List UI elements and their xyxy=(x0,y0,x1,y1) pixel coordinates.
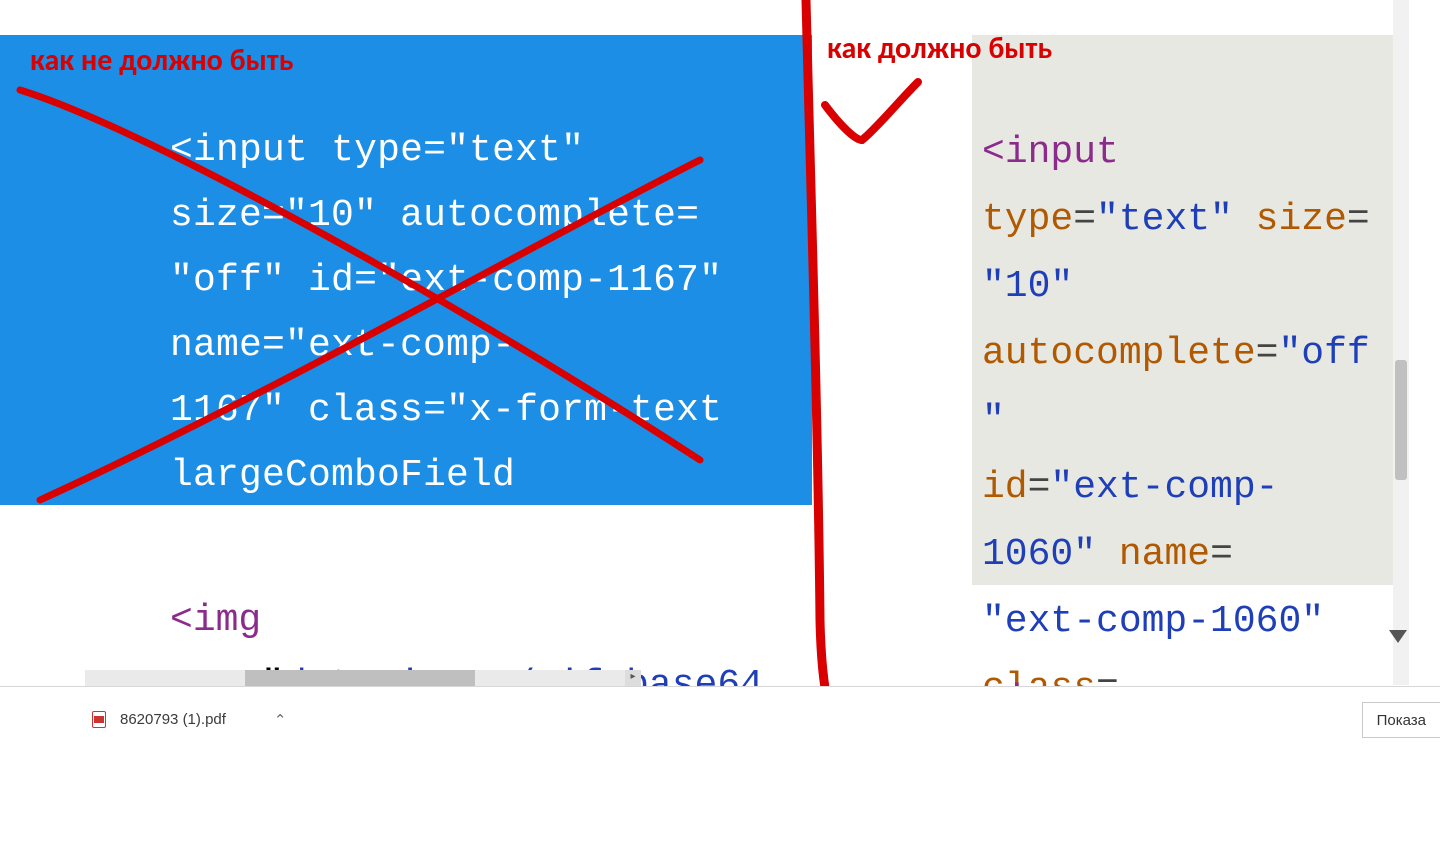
chevron-up-icon[interactable]: ⌃ xyxy=(274,711,287,729)
show-all-button[interactable]: Показа xyxy=(1362,702,1440,738)
annotation-wrong-label: как не должно быть xyxy=(30,42,293,79)
vscroll-thumb[interactable] xyxy=(1395,360,1407,480)
download-filename: 8620793 (1).pdf xyxy=(120,711,226,728)
left-code-pane: <input type="text" size="10" autocomplet… xyxy=(0,0,812,685)
hscroll-right-arrow-icon[interactable]: ▸ xyxy=(625,670,641,686)
expand-triangle-icon[interactable] xyxy=(1389,630,1407,643)
left-selected-block[interactable]: <input type="text" size="10" autocomplet… xyxy=(0,35,812,505)
annotation-right-label: как должно быть xyxy=(827,30,1052,67)
hscroll-thumb[interactable] xyxy=(245,670,475,686)
show-all-label: Показа xyxy=(1377,712,1426,729)
pdf-file-icon xyxy=(92,711,106,728)
horizontal-scrollbar[interactable]: ▸ xyxy=(85,670,641,686)
vertical-scrollbar[interactable] xyxy=(1393,0,1409,685)
right-code-pane: <input type="text" size= "10" autocomple… xyxy=(812,0,1409,685)
download-item[interactable]: 8620793 (1).pdf ⌃ xyxy=(92,702,287,737)
downloads-bar: 8620793 (1).pdf ⌃ Показа xyxy=(0,686,1440,860)
